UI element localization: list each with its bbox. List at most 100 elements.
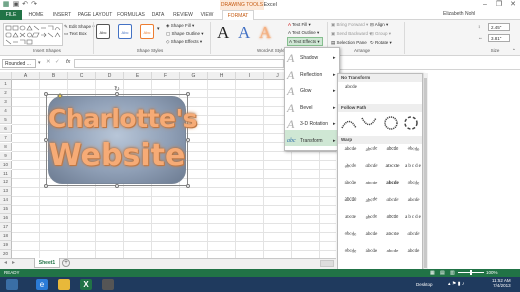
tab-insert[interactable]: INSERT xyxy=(50,10,74,20)
column-header-d[interactable]: D xyxy=(96,72,124,80)
follow-path-options[interactable] xyxy=(339,114,423,132)
next-sheet-icon[interactable]: ▸ xyxy=(12,259,15,266)
edit-shape-button[interactable]: ✎ Edit Shape ▾ xyxy=(64,24,95,30)
rotate-handle-icon[interactable]: ↻ xyxy=(114,85,120,93)
column-header-e[interactable]: E xyxy=(124,72,152,80)
text-box-button[interactable]: ▭ Text Box xyxy=(64,31,87,37)
group-button[interactable]: ⊞ Group ▾ xyxy=(370,31,391,37)
app-taskbar-icon[interactable] xyxy=(102,279,114,290)
resize-handle-s[interactable] xyxy=(115,184,119,188)
warp-option-19[interactable]: abcde xyxy=(383,215,402,221)
prev-sheet-icon[interactable]: ◂ xyxy=(4,259,7,266)
tab-home[interactable]: HOME xyxy=(24,10,48,20)
warp-option-22[interactable]: abcde xyxy=(362,232,381,237)
name-box[interactable]: Rounded ... xyxy=(2,59,36,68)
row-header-5[interactable]: 5 xyxy=(0,115,12,125)
row-header-13[interactable]: 13 xyxy=(0,187,12,197)
resize-handle-sw[interactable] xyxy=(44,184,48,188)
warp-option-7[interactable]: abcde xyxy=(381,164,404,169)
shape-fill-button[interactable]: ◈ Shape Fill ▾ xyxy=(166,23,194,29)
path-button[interactable] xyxy=(404,116,418,130)
no-transform-option[interactable]: abcde xyxy=(341,85,361,90)
row-header-8[interactable]: 8 xyxy=(0,142,12,152)
collapse-ribbon-icon[interactable]: ⌃ xyxy=(512,48,516,54)
file-explorer-icon[interactable] xyxy=(58,279,70,290)
warp-option-23[interactable]: abcde xyxy=(382,232,403,237)
formula-input[interactable] xyxy=(74,59,284,68)
excel-taskbar-icon[interactable]: X xyxy=(80,279,92,290)
tab-page-layout[interactable]: PAGE LAYOUT xyxy=(76,10,114,20)
row-header-3[interactable]: 3 xyxy=(0,97,12,107)
add-sheet-button[interactable]: + xyxy=(62,259,70,267)
page-layout-view-icon[interactable]: ▤ xyxy=(440,270,445,276)
clock[interactable]: 11:52 AM 7/4/2013 xyxy=(492,278,511,288)
warp-option-11[interactable]: abcde xyxy=(383,181,402,186)
internet-explorer-icon[interactable]: e xyxy=(36,279,48,290)
column-header-c[interactable]: C xyxy=(68,72,96,80)
row-header-16[interactable]: 16 xyxy=(0,214,12,223)
horizontal-scrollbar[interactable] xyxy=(320,260,334,267)
shape-effects-button[interactable]: ◇ Shape Effects ▾ xyxy=(166,39,202,45)
shape-width-input[interactable]: 3.81" xyxy=(488,34,510,42)
rotate-button[interactable]: ↻ Rotate ▾ xyxy=(370,40,392,46)
transform-scroll-thumb[interactable] xyxy=(424,78,427,268)
wordart-style-2[interactable]: A xyxy=(238,24,250,42)
tab-view[interactable]: VIEW xyxy=(198,10,216,20)
wordart-style-3[interactable]: A xyxy=(259,24,271,42)
row-header-11[interactable]: 11 xyxy=(0,169,12,179)
resize-handle-w[interactable] xyxy=(44,138,48,142)
warp-option-20[interactable]: abcde xyxy=(404,215,423,220)
wordart-line-2[interactable]: Website xyxy=(48,138,186,173)
row-header-4[interactable]: 4 xyxy=(0,106,12,116)
row-header-10[interactable]: 10 xyxy=(0,160,12,170)
warp-option-27[interactable]: abcde xyxy=(383,249,402,254)
selection-pane-button[interactable]: ▤ Selection Pane xyxy=(331,40,367,46)
path-arch-down[interactable] xyxy=(361,117,377,126)
column-header-h[interactable]: H xyxy=(208,72,236,80)
column-header-f[interactable]: F xyxy=(152,72,180,80)
restore-button[interactable]: ❐ xyxy=(492,0,506,10)
zoom-level[interactable]: 100% xyxy=(486,269,498,277)
tab-data[interactable]: DATA xyxy=(148,10,168,20)
zoom-slider-thumb[interactable] xyxy=(470,270,472,275)
warp-option-1[interactable]: abcde xyxy=(341,147,360,152)
resize-handle-se[interactable] xyxy=(186,184,190,188)
resize-handle-e[interactable] xyxy=(186,138,190,142)
warp-option-15[interactable]: abcde xyxy=(383,198,402,203)
warp-option-6[interactable]: abcde xyxy=(362,164,381,169)
shape-style-2[interactable]: Abc xyxy=(118,24,132,39)
normal-view-icon[interactable]: ▦ xyxy=(430,270,435,276)
text-fill-button[interactable]: A Text Fill ▾ xyxy=(288,22,311,28)
tray-icons[interactable]: ▴ ⚑ ▮ ♪ xyxy=(448,281,464,287)
column-header-a[interactable]: A xyxy=(12,72,40,80)
warp-option-16[interactable]: abcde xyxy=(404,198,424,203)
warp-option-28[interactable]: abcde xyxy=(404,249,423,254)
path-arch-up[interactable] xyxy=(341,120,357,129)
column-header-b[interactable]: B xyxy=(40,72,68,80)
column-header-g[interactable]: G xyxy=(180,72,208,80)
select-all-corner[interactable] xyxy=(0,72,12,80)
desktop-toolbar-label[interactable]: Desktop xyxy=(416,282,433,287)
path-circle[interactable] xyxy=(384,116,398,130)
ie-icon[interactable] xyxy=(6,279,18,290)
sheet-tab-sheet1[interactable]: Sheet1 xyxy=(34,258,60,268)
bring-forward-button[interactable]: ▣ Bring Forward ▾ xyxy=(331,22,368,28)
warp-option-17[interactable]: abcde xyxy=(342,215,359,220)
row-header-9[interactable]: 9 xyxy=(0,151,12,161)
row-header-2[interactable]: 2 xyxy=(0,88,12,98)
row-header-14[interactable]: 14 xyxy=(0,196,12,206)
row-header-7[interactable]: 7 xyxy=(0,133,12,143)
row-header-6[interactable]: 6 xyxy=(0,124,12,134)
align-button[interactable]: ⊟ Align ▾ xyxy=(370,22,388,28)
shape-outline-button[interactable]: ▢ Shape Outline ▾ xyxy=(166,31,204,37)
warp-option-8[interactable]: abcde xyxy=(404,164,423,169)
minimize-button[interactable]: – xyxy=(478,0,492,10)
send-backward-button[interactable]: ▣ Send Backward ▾ xyxy=(331,31,372,37)
shape-height-input[interactable]: 2.45" xyxy=(488,23,510,31)
shape-style-3[interactable]: Abc xyxy=(140,24,154,39)
enter-icon[interactable]: ✓ xyxy=(55,59,60,65)
row-header-12[interactable]: 12 xyxy=(0,178,12,188)
row-header-15[interactable]: 15 xyxy=(0,205,12,214)
tab-review[interactable]: REVIEW xyxy=(170,10,196,20)
shape-styles-more-icon[interactable]: ▾ xyxy=(157,26,160,32)
